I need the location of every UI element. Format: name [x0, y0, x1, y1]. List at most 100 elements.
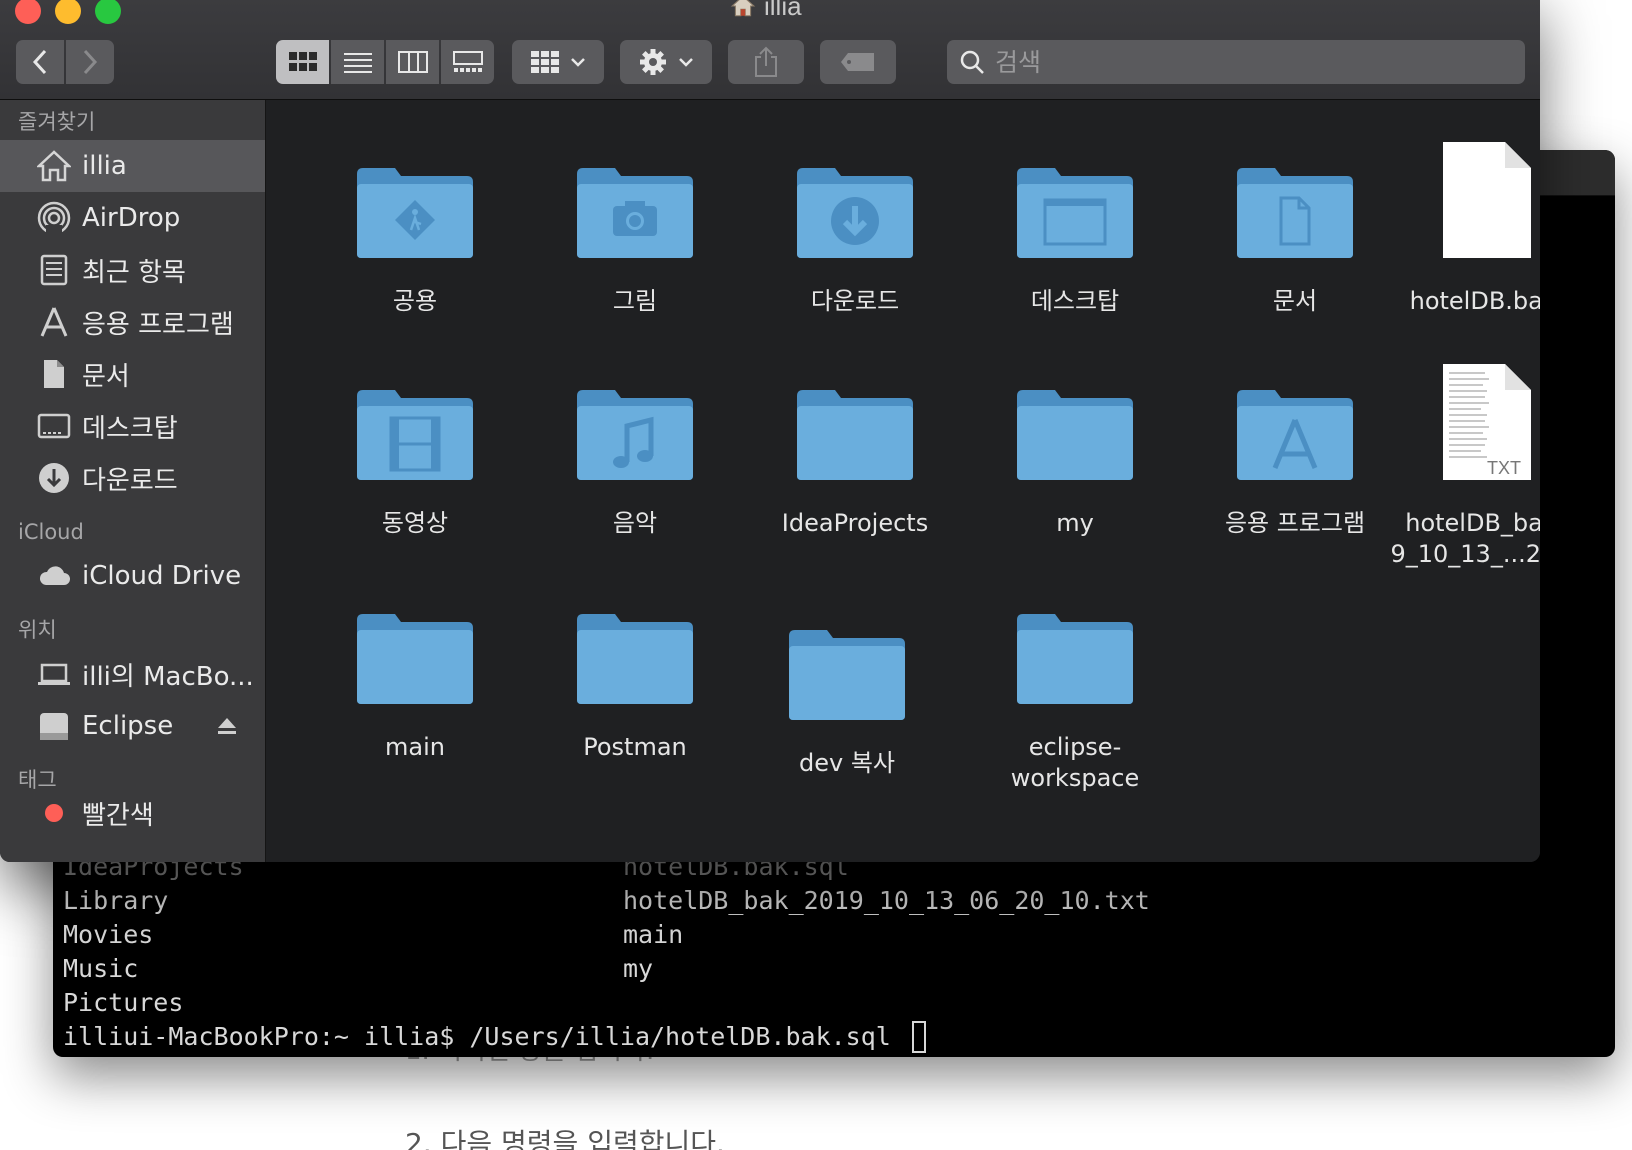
download-icon [36, 460, 72, 496]
background-doc-instruction: 2. 다음 명령을 입력합니다. [405, 1127, 725, 1150]
sidebar-item-applications[interactable]: 응용 프로그램 [0, 296, 265, 348]
sidebar-item-documents[interactable]: 문서 [0, 348, 265, 400]
sidebar-item-downloads[interactable]: 다운로드 [0, 452, 265, 504]
folder-item-main[interactable]: main [315, 546, 515, 763]
sidebar-item-airdrop[interactable]: AirDrop [0, 192, 265, 244]
terminal-prompt-line[interactable]: illiui-MacBookPro:~ illia$ /Users/illia/… [63, 1020, 1150, 1054]
back-button[interactable] [16, 40, 64, 84]
file-item-hoteldb-bak[interactable]: hotelDB.bak. [1387, 100, 1540, 317]
terminal-cell: hotelDB_bak_2019_10_13_06_20_10.txt [623, 886, 1150, 915]
folder-icon [789, 630, 905, 720]
columns-icon [397, 51, 428, 73]
home-icon [730, 0, 756, 17]
sidebar-item-eclipse-disk[interactable]: Eclipse [0, 700, 265, 752]
folder-item-movies[interactable]: 동영상 [315, 322, 515, 539]
folder-item-postman[interactable]: Postman [535, 546, 735, 763]
folder-icon [1017, 614, 1133, 704]
sidebar-item-tag-red[interactable]: 빨간색 [0, 798, 265, 828]
action-menu-button[interactable] [620, 40, 712, 84]
folder-item-dev-copy[interactable]: dev 복사 [747, 562, 947, 779]
column-view-button[interactable] [386, 40, 439, 84]
folder-item-documents[interactable]: 문서 [1195, 100, 1395, 317]
window-title-text: illia [764, 0, 802, 21]
sidebar-item-icloud-drive[interactable]: iCloud Drive [0, 550, 265, 602]
item-label: Postman [583, 733, 687, 761]
music-folder-icon [577, 390, 693, 480]
sidebar-item-label: illi의 MacBo... [82, 661, 254, 692]
terminal-cursor [911, 1021, 926, 1053]
eject-icon[interactable] [217, 713, 237, 743]
chevron-down-icon [679, 58, 693, 67]
grid-icon [288, 52, 317, 71]
folder-item-pictures[interactable]: 그림 [535, 100, 735, 317]
item-label: hotelDB_bak_ 9_10_13_...20_1 [1390, 509, 1540, 568]
folder-icon [577, 614, 693, 704]
list-icon [343, 53, 372, 73]
terminal-row: Library hotelDB_bak_2019_10_13_06_20_10.… [63, 884, 1150, 918]
terminal-cell: my [623, 954, 654, 983]
chevron-right-icon [83, 49, 98, 75]
finder-content[interactable]: 공용 그림 다운로드 데스크탑 문서 hotelDB.ba 동영상 음악 Ide… [267, 100, 1540, 862]
item-label: eclipse- workspace [1010, 733, 1140, 792]
forward-button[interactable] [66, 40, 114, 84]
gallery-icon [452, 51, 483, 72]
search-icon [960, 50, 984, 74]
gear-icon [640, 49, 666, 75]
terminal-cell: main [623, 920, 684, 949]
folder-item-my[interactable]: my [975, 322, 1175, 539]
terminal-row: Music my [63, 952, 1150, 986]
film-folder-icon [357, 390, 473, 480]
group-by-button[interactable] [512, 40, 604, 84]
folder-item-public[interactable]: 공용 [315, 100, 515, 317]
folder-item-applications[interactable]: 응용 프로그램 [1195, 322, 1395, 539]
sidebar-item-label: illia [82, 151, 127, 181]
edit-tags-button[interactable] [820, 40, 896, 84]
sidebar-item-label: 문서 [82, 361, 130, 392]
folder-icon [357, 614, 473, 704]
folder-item-downloads[interactable]: 다운로드 [755, 100, 955, 317]
list-view-button[interactable] [331, 40, 384, 84]
item-label: 응용 프로그램 [1224, 509, 1366, 537]
close-window-button[interactable] [15, 0, 41, 24]
document-folder-icon [1237, 168, 1353, 258]
sidebar-item-desktop[interactable]: 데스크탑 [0, 400, 265, 452]
airdrop-icon [36, 200, 72, 236]
terminal-row: Movies main [63, 918, 1150, 952]
folder-icon [1017, 390, 1133, 480]
share-button[interactable] [728, 40, 804, 84]
sidebar-item-label: iCloud Drive [82, 561, 242, 591]
disk-icon [36, 708, 72, 744]
folder-item-desktop[interactable]: 데스크탑 [975, 100, 1175, 317]
folder-item-music[interactable]: 음악 [535, 322, 735, 539]
recents-icon [36, 252, 72, 288]
folder-item-eclipse-workspace[interactable]: eclipse- workspace [975, 546, 1175, 794]
minimize-window-button[interactable] [55, 0, 81, 24]
terminal-cell: Library [63, 886, 169, 915]
sidebar-item-label: Eclipse [82, 711, 174, 741]
sidebar-section-locations: 위치 [18, 618, 57, 642]
sidebar-section-tags: 태그 [18, 768, 57, 792]
camera-folder-icon [577, 168, 693, 258]
item-label: 음악 [612, 509, 658, 537]
file-type-badge: TXT [1487, 458, 1521, 478]
sidebar-item-recents[interactable]: 최근 항목 [0, 244, 265, 296]
folder-item-ideaprojects[interactable]: IdeaProjects [755, 322, 955, 539]
sidebar-item-home[interactable]: illia [0, 140, 265, 192]
search-field[interactable] [947, 40, 1525, 84]
sidebar-section-favorites: 즐겨찾기 [18, 110, 96, 134]
file-item-hoteldb-txt[interactable]: TXT hotelDB_bak_ 9_10_13_...20_1 [1387, 322, 1540, 570]
item-label: 그림 [612, 287, 658, 315]
item-label: my [1056, 509, 1094, 537]
search-input[interactable] [995, 47, 1495, 77]
sidebar-item-macbook[interactable]: illi의 MacBo... [0, 648, 265, 700]
finder-toolbar: illia [0, 0, 1540, 100]
finder-window[interactable]: illia 검색 즐겨찾기 illia AirDrop 최근 항목 응용 프로그… [0, 0, 1540, 862]
icon-view-button[interactable] [276, 40, 329, 84]
document-icon [36, 356, 72, 392]
gallery-view-button[interactable] [441, 40, 494, 84]
sidebar-item-label: 응용 프로그램 [82, 309, 234, 340]
item-label: 동영상 [381, 509, 449, 537]
zoom-window-button[interactable] [95, 0, 121, 24]
grid-icon [531, 51, 559, 73]
item-label: 다운로드 [810, 287, 900, 315]
